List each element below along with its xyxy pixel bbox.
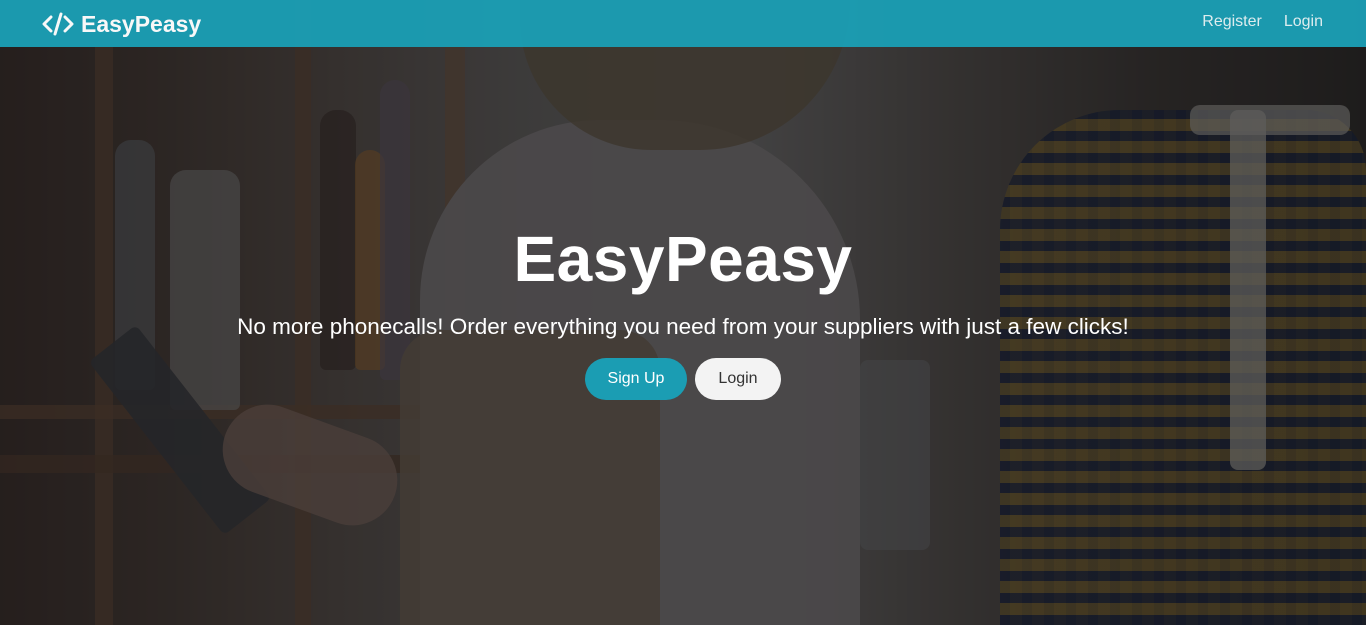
nav-links: Register Login <box>1202 13 1323 31</box>
login-button[interactable]: Login <box>695 358 781 400</box>
brand-link[interactable]: EasyPeasy <box>42 8 201 40</box>
hero-title: EasyPeasy <box>513 223 853 295</box>
sign-up-button[interactable]: Sign Up <box>585 358 687 400</box>
hero-dark-overlay <box>0 0 1366 625</box>
top-navbar: EasyPeasy Register Login <box>0 0 1366 47</box>
nav-register-link[interactable]: Register <box>1202 13 1262 31</box>
hero-buttons: Sign Up Login <box>0 358 1366 400</box>
hero-subtitle: No more phonecalls! Order everything you… <box>237 314 1129 339</box>
brand-name: EasyPeasy <box>81 10 202 37</box>
nav-login-link[interactable]: Login <box>1284 13 1323 31</box>
code-icon <box>42 12 74 36</box>
